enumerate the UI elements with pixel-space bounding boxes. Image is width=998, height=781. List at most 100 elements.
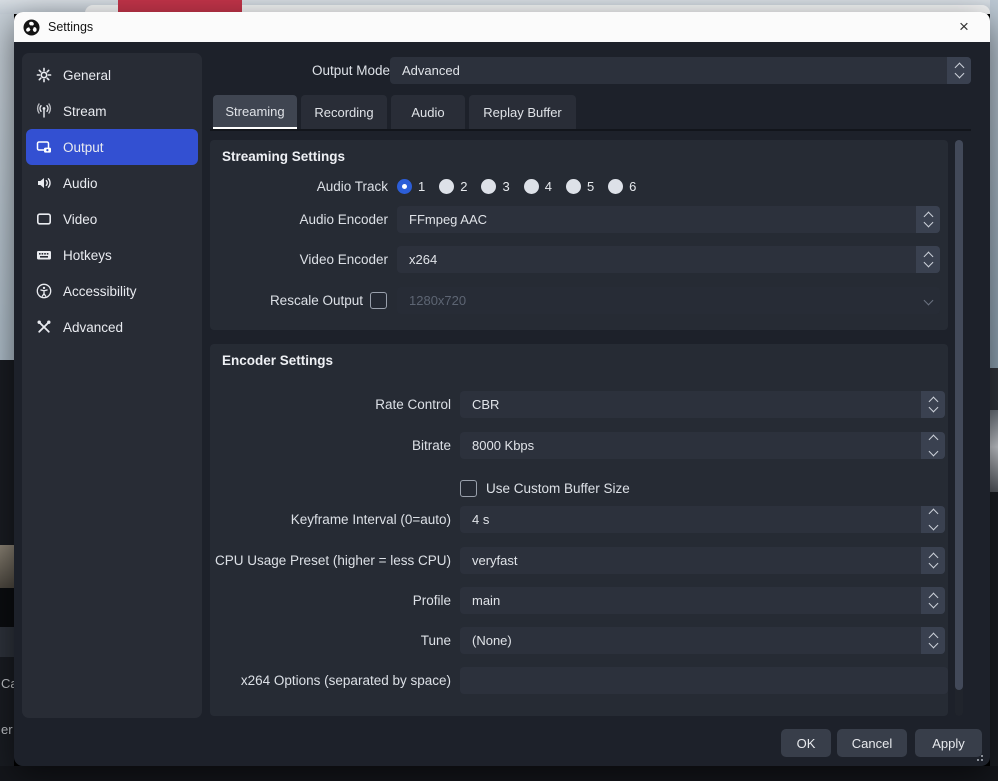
cpu-usage-preset-label: CPU Usage Preset (higher = less CPU) [210,547,451,574]
sidebar-item-hotkeys[interactable]: Hotkeys [26,237,198,273]
gear-icon [36,67,52,83]
video-encoder-dropdown[interactable]: x264 [397,246,940,273]
audio-track-5[interactable]: 5 [566,179,594,194]
radio-icon [524,179,539,194]
speaker-icon [36,175,52,191]
radio-checked-icon [397,179,412,194]
dropdown-arrows-icon [916,206,940,233]
dropdown-arrows-icon [916,246,940,273]
audio-encoder-label: Audio Encoder [210,206,388,233]
tab-replay-buffer[interactable]: Replay Buffer [469,95,576,129]
keyframe-interval-spinbox[interactable]: 4 s [460,506,945,533]
radio-icon [608,179,623,194]
monitor-icon [36,211,52,227]
background-light-streak [990,410,998,492]
output-mode-dropdown[interactable]: Advanced [390,57,971,84]
spinbox-arrows-icon[interactable] [921,506,945,533]
cancel-button[interactable]: Cancel [837,729,907,757]
radio-icon [439,179,454,194]
bitrate-label: Bitrate [210,432,451,459]
sidebar-item-label: Output [63,140,104,155]
audio-track-2[interactable]: 2 [439,179,467,194]
sidebar-item-label: General [63,68,111,83]
keyboard-icon [36,247,52,263]
desktop-background-left: Ca er [0,14,14,766]
audio-track-6[interactable]: 6 [608,179,636,194]
background-panel-fragment [0,627,14,657]
cpu-usage-preset-dropdown[interactable]: veryfast [460,547,945,574]
sidebar-item-label: Hotkeys [63,248,112,263]
audio-track-3[interactable]: 3 [481,179,509,194]
sidebar-item-label: Audio [63,176,98,191]
sidebar-item-advanced[interactable]: Advanced [26,309,198,345]
output-icon [36,139,52,155]
background-image-fragment [0,545,14,588]
background-dark-strip [0,588,14,627]
background-strip [990,368,998,410]
dropdown-arrows-icon [921,587,945,614]
audio-track-4[interactable]: 4 [524,179,552,194]
use-custom-buffer-size-checkbox[interactable] [460,480,477,497]
rate-control-dropdown[interactable]: CBR [460,391,945,418]
bitrate-spinbox[interactable]: 8000 Kbps [460,432,945,459]
scrollbar-thumb[interactable] [955,140,963,690]
output-mode-label: Output Mode [240,57,397,84]
background-sky [0,14,14,360]
audio-track-label: Audio Track [210,173,388,200]
sidebar-item-label: Video [63,212,97,227]
streaming-settings-heading: Streaming Settings [222,149,345,164]
resize-grip[interactable] [974,752,983,761]
encoder-settings-panel: Encoder Settings Rate Control CBR Bitrat… [210,344,948,716]
dropdown-arrows-icon [921,547,945,574]
apply-button[interactable]: Apply [915,729,982,757]
tab-streaming[interactable]: Streaming [213,95,297,129]
tab-audio[interactable]: Audio [391,95,465,129]
rescale-resolution-combobox[interactable]: 1280x720 [397,287,940,314]
video-encoder-label: Video Encoder [210,246,388,273]
audio-track-row: Audio Track 1 2 3 4 5 6 [210,173,948,200]
sidebar-item-output[interactable]: Output [26,129,198,165]
audio-encoder-dropdown[interactable]: FFmpeg AAC [397,206,940,233]
rescale-output-checkbox[interactable] [370,292,387,309]
tabs-separator [210,129,971,131]
settings-sidebar: General Stream Output [22,53,202,718]
sidebar-item-stream[interactable]: Stream [26,93,198,129]
tab-recording[interactable]: Recording [301,95,387,129]
sidebar-item-video[interactable]: Video [26,201,198,237]
ok-button[interactable]: OK [781,729,831,757]
rescale-output-label: Rescale Output [210,287,363,314]
dropdown-arrows-icon [921,391,945,418]
close-button[interactable]: × [948,12,980,42]
audio-track-1[interactable]: 1 [397,179,425,194]
title-bar[interactable]: Settings × [14,12,990,42]
x264-options-label: x264 Options (separated by space) [210,667,451,694]
dropdown-arrows-icon [921,627,945,654]
background-text-fragment: Ca [1,676,14,691]
radio-icon [481,179,496,194]
sidebar-item-general[interactable]: General [26,57,198,93]
screen: Ca er Settings × [0,0,998,781]
radio-icon [566,179,581,194]
profile-label: Profile [210,587,451,614]
audio-track-radio-group: 1 2 3 4 5 6 [397,173,650,200]
x264-options-input[interactable] [460,667,948,694]
streaming-settings-panel: Streaming Settings Audio Track 1 2 3 4 5… [210,140,948,330]
broadcast-icon [36,103,52,119]
scrollbar-track[interactable] [955,140,963,716]
sidebar-item-audio[interactable]: Audio [26,165,198,201]
settings-dialog: Settings × General Stream [14,12,990,766]
encoder-settings-heading: Encoder Settings [222,353,333,368]
tune-label: Tune [210,627,451,654]
sidebar-item-label: Accessibility [63,284,137,299]
rate-control-label: Rate Control [210,391,451,418]
dropdown-arrow-icon [916,287,940,314]
accessibility-icon [36,283,52,299]
profile-dropdown[interactable]: main [460,587,945,614]
tune-dropdown[interactable]: (None) [460,627,945,654]
background-text-fragment: er [1,722,13,737]
sidebar-item-accessibility[interactable]: Accessibility [26,273,198,309]
keyframe-interval-label: Keyframe Interval (0=auto) [210,506,451,533]
background-sky [990,0,998,368]
spinbox-arrows-icon[interactable] [921,432,945,459]
desktop-background-bottom [0,766,998,781]
